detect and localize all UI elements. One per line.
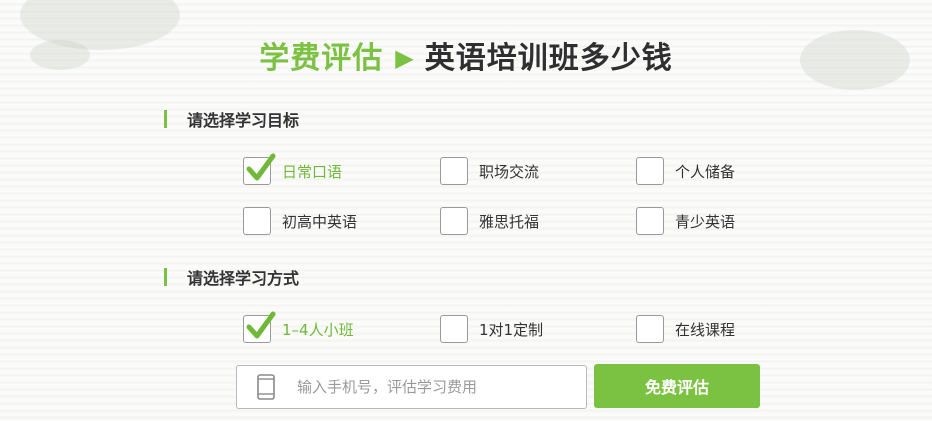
goal-option-personal[interactable]: 个人储备 <box>636 155 735 187</box>
method-option-online[interactable]: 在线课程 <box>636 313 735 345</box>
option-label: 日常口语 <box>282 162 343 181</box>
page-title: 学费评估 ▶ 英语培训班多少钱 <box>0 33 932 77</box>
goal-option-workplace[interactable]: 职场交流 <box>440 155 539 187</box>
method-option-small-class[interactable]: 1–4人小班 <box>243 311 354 345</box>
checkbox[interactable] <box>440 315 468 343</box>
checkbox[interactable] <box>440 207 468 235</box>
method-section-heading: 请选择学习方式 <box>164 265 299 289</box>
mobile-phone-icon <box>257 374 275 400</box>
free-evaluate-button[interactable]: 免费评估 <box>594 364 760 408</box>
checkbox[interactable] <box>243 153 276 185</box>
option-label: 雅思托福 <box>479 212 540 231</box>
title-main: 英语培训班多少钱 <box>424 41 673 76</box>
checkmark-icon <box>246 153 276 181</box>
checkbox[interactable] <box>636 207 664 235</box>
goal-option-school[interactable]: 初高中英语 <box>243 205 357 237</box>
checkbox[interactable] <box>636 157 664 185</box>
goal-section-heading: 请选择学习目标 <box>164 107 299 131</box>
option-label: 在线课程 <box>675 320 736 339</box>
goal-option-ielts-toefl[interactable]: 雅思托福 <box>440 205 539 237</box>
option-label: 1–4人小班 <box>282 320 354 339</box>
option-label: 青少英语 <box>675 212 736 231</box>
checkbox[interactable] <box>636 315 664 343</box>
method-heading-label: 请选择学习方式 <box>187 269 300 288</box>
phone-field[interactable] <box>236 365 587 409</box>
option-label: 1对1定制 <box>479 320 544 339</box>
checkbox[interactable] <box>243 207 271 235</box>
goal-option-daily-speaking[interactable]: 日常口语 <box>243 153 343 187</box>
title-highlight: 学费评估 <box>259 41 384 76</box>
option-label: 职场交流 <box>479 162 540 181</box>
option-label: 个人储备 <box>675 162 736 181</box>
section-marker <box>164 110 167 128</box>
checkbox[interactable] <box>440 157 468 185</box>
checkmark-icon <box>246 311 276 339</box>
play-arrow-icon: ▶ <box>395 44 415 72</box>
goal-option-youth[interactable]: 青少英语 <box>636 205 735 237</box>
method-option-one-on-one[interactable]: 1对1定制 <box>440 313 543 345</box>
goal-heading-label: 请选择学习目标 <box>187 111 300 130</box>
section-marker <box>164 268 167 286</box>
phone-input[interactable] <box>295 377 559 397</box>
option-label: 初高中英语 <box>282 212 358 231</box>
checkbox[interactable] <box>243 311 276 343</box>
